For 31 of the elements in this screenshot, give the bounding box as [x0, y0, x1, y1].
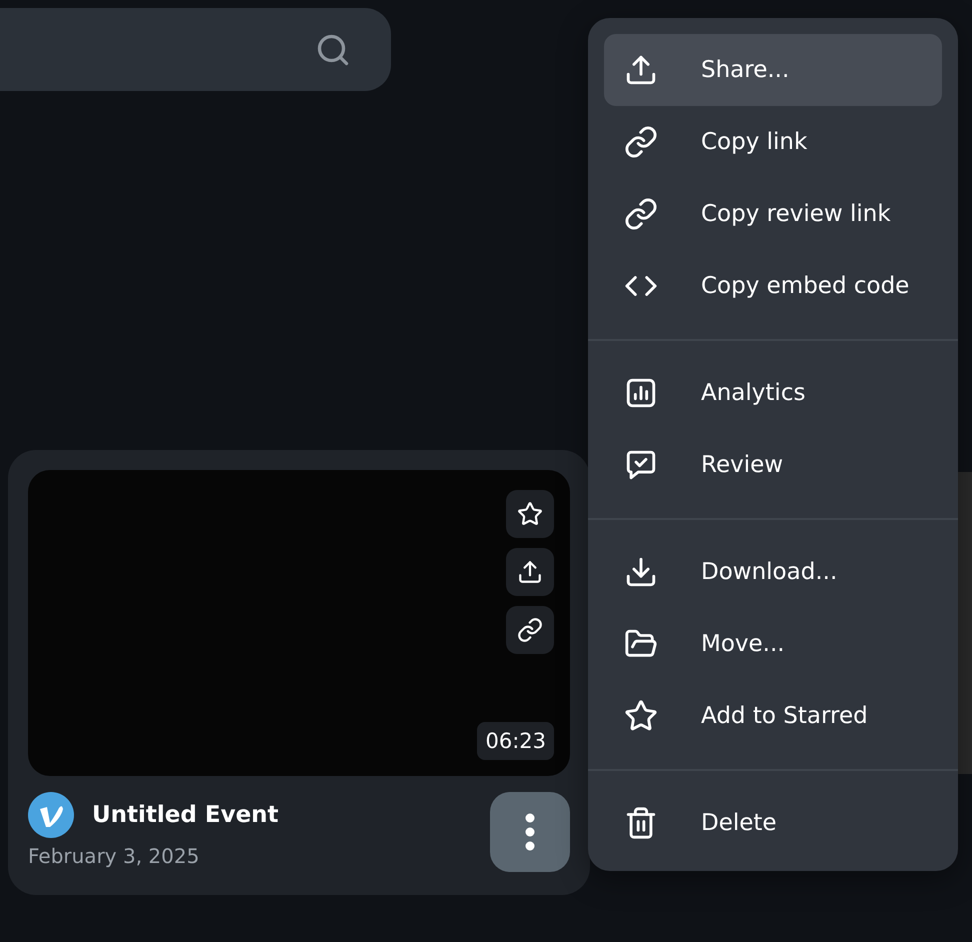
- duration-label: 06:23: [477, 722, 554, 760]
- menu-item[interactable]: Move...: [604, 608, 942, 680]
- menu-item[interactable]: Analytics: [604, 357, 942, 429]
- more-button[interactable]: [490, 792, 570, 872]
- star-button[interactable]: [506, 490, 554, 538]
- star-icon: [517, 501, 543, 527]
- star-icon: [624, 699, 658, 733]
- more-icon: [525, 813, 535, 851]
- message-check-icon: [624, 448, 658, 482]
- video-date: February 3, 2025: [28, 844, 200, 868]
- menu-item[interactable]: Add to Starred: [604, 680, 942, 752]
- share-button[interactable]: [506, 548, 554, 596]
- trash-icon: [624, 806, 658, 840]
- logo-icon: [28, 792, 74, 838]
- menu-item[interactable]: Share...: [604, 34, 942, 106]
- menu-item[interactable]: Copy embed code: [604, 250, 942, 322]
- link-icon: [517, 617, 543, 643]
- link-icon: [624, 125, 658, 159]
- share-icon: [517, 559, 543, 585]
- menu-item[interactable]: Copy link: [604, 106, 942, 178]
- search-field[interactable]: [0, 8, 391, 91]
- video-title: Untitled Event: [92, 802, 279, 828]
- menu-item[interactable]: Review: [604, 429, 942, 501]
- download-icon: [624, 555, 658, 589]
- menu-item[interactable]: Download...: [604, 536, 942, 608]
- copy-link-button[interactable]: [506, 606, 554, 654]
- menu-item[interactable]: Copy review link: [604, 178, 942, 250]
- menu-item[interactable]: Delete: [604, 787, 942, 859]
- share-icon: [624, 53, 658, 87]
- link-icon: [624, 197, 658, 231]
- chart-icon: [624, 376, 658, 410]
